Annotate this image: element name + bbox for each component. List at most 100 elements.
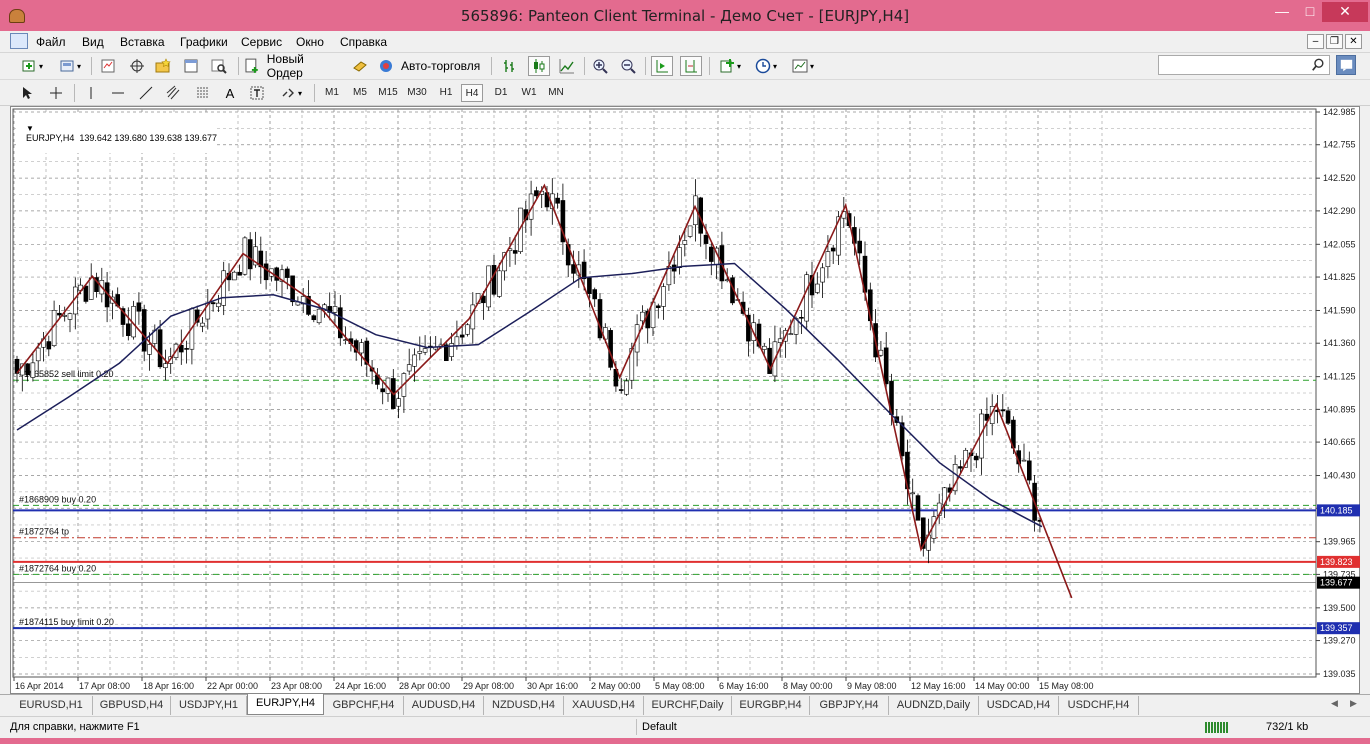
community-button[interactable]	[1336, 55, 1356, 75]
tab-scroll-right-icon[interactable]: ▶	[1350, 698, 1357, 709]
candle-body	[35, 347, 41, 362]
tab-nzdusd-h4[interactable]: NZDUSD,H4	[484, 696, 564, 715]
arrow-shapes-icon	[282, 88, 294, 98]
maximize-button[interactable]: □	[1296, 2, 1324, 22]
time-tick-label: 18 Apr 16:00	[143, 681, 194, 691]
timeframe-m1[interactable]: M1	[320, 84, 344, 102]
arrows-tool[interactable]: ▾	[276, 83, 306, 103]
menu-window[interactable]: Окно	[296, 35, 324, 49]
strategy-tester-button[interactable]	[209, 56, 229, 76]
text-label-tool[interactable]	[248, 83, 266, 103]
tab-usdjpy-h1[interactable]: USDJPY,H1	[171, 696, 247, 715]
timeframe-m15[interactable]: M15	[375, 84, 401, 102]
close-button[interactable]: ✕	[1322, 2, 1368, 22]
periods-button[interactable]: ▾	[751, 56, 781, 76]
trendline-tool[interactable]	[136, 83, 156, 103]
connection-status-icon[interactable]	[1205, 722, 1229, 733]
market-watch-button[interactable]	[98, 56, 118, 76]
chart-shift-button[interactable]	[680, 56, 702, 76]
candle-body	[459, 334, 465, 338]
menu-help[interactable]: Справка	[340, 35, 387, 49]
window-title: 565896: Panteon Client Terminal - Демо С…	[460, 7, 910, 25]
templates-button[interactable]: ▾	[788, 56, 818, 76]
menu-view[interactable]: Вид	[82, 35, 104, 49]
candle-body	[1021, 459, 1027, 462]
vertical-line-tool[interactable]	[82, 83, 100, 103]
zoom-in-button[interactable]	[590, 56, 610, 76]
tab-audnzd-daily[interactable]: AUDNZD,Daily	[889, 696, 979, 715]
bar-chart-button[interactable]	[500, 56, 520, 76]
horizontal-line-icon	[112, 92, 124, 94]
search-input[interactable]	[1158, 55, 1330, 75]
indicators-button[interactable]: ▾	[715, 56, 745, 76]
candle-body	[788, 333, 794, 335]
equidistant-channel-tool[interactable]	[163, 83, 185, 103]
navigator-button[interactable]	[153, 56, 173, 76]
text-tool[interactable]: A	[221, 83, 239, 103]
candlestick-chart-button[interactable]	[528, 56, 550, 76]
tab-eurjpy-h4[interactable]: EURJPY,H4	[247, 694, 324, 715]
timeframe-h4[interactable]: H4	[461, 84, 483, 102]
candle-body	[247, 239, 253, 270]
crosshair-tool[interactable]	[47, 83, 65, 103]
tab-xauusd-h4[interactable]: XAUUSD,H4	[564, 696, 644, 715]
time-tick-label: 16 Apr 2014	[15, 681, 64, 691]
tab-usdcad-h4[interactable]: USDCAD,H4	[979, 696, 1059, 715]
order-line-label: #1872764 tp	[19, 527, 69, 537]
timeframe-d1[interactable]: D1	[489, 84, 513, 102]
minimize-button[interactable]: —	[1268, 2, 1296, 22]
mdi-close-button[interactable]: ✕	[1345, 34, 1362, 49]
tab-gbpusd-h4[interactable]: GBPUSD,H4	[93, 696, 171, 715]
candle-body	[703, 234, 709, 244]
tab-eurgbp-h4[interactable]: EURGBP,H4	[732, 696, 810, 715]
metaeditor-button[interactable]	[350, 56, 370, 76]
search-icon[interactable]	[1311, 58, 1325, 72]
timeframe-m5[interactable]: M5	[348, 84, 372, 102]
timeframe-h1[interactable]: H1	[434, 84, 458, 102]
candle-body	[25, 363, 30, 376]
drawing-toolbar: A ▾ M1 M5 M15 M30 H1 H4 D1 W1 MN	[0, 80, 1370, 106]
tab-scroll-left-icon[interactable]: ◀	[1331, 698, 1338, 709]
menu-tools[interactable]: Сервис	[241, 35, 282, 49]
timeframe-mn[interactable]: MN	[544, 84, 568, 102]
tab-gbpchf-h4[interactable]: GBPCHF,H4	[324, 696, 404, 715]
menu-charts[interactable]: Графики	[180, 35, 228, 49]
chart-header-text: EURJPY,H4 139.642 139.680 139.638 139.67…	[26, 133, 218, 143]
mdi-restore-button[interactable]: ❐	[1326, 34, 1343, 49]
tab-gbpjpy-h4[interactable]: GBPJPY,H4	[810, 696, 889, 715]
new-chart-button[interactable]: ▾	[16, 56, 48, 76]
data-window-button[interactable]	[127, 56, 147, 76]
chart-window[interactable]: 142.985 142.755 142.520 142.290 142.055 141.8…	[10, 106, 1360, 694]
tab-eurchf-daily[interactable]: EURCHF,Daily	[644, 696, 732, 715]
timeframe-m30[interactable]: M30	[404, 84, 430, 102]
mdi-minimize-button[interactable]: –	[1307, 34, 1324, 49]
menu-insert[interactable]: Вставка	[120, 35, 165, 49]
new-order-button[interactable]: Новый Ордер	[244, 52, 342, 80]
price-level-tag-label: 139.823	[1320, 557, 1353, 567]
auto-scroll-icon	[656, 60, 668, 73]
auto-scroll-button[interactable]	[651, 56, 673, 76]
time-tick-label: 6 May 16:00	[719, 681, 769, 691]
candle-body	[825, 251, 831, 267]
candle-body	[62, 315, 68, 317]
terminal-button[interactable]	[181, 56, 201, 76]
tab-eurusd-h1[interactable]: EURUSD,H1	[10, 696, 93, 715]
candle-body	[958, 466, 963, 469]
autotrading-button[interactable]: Авто-торговля	[378, 56, 482, 76]
horizontal-line-tool[interactable]	[108, 83, 128, 103]
editor-book-icon	[353, 61, 367, 72]
tab-usdchf-h4[interactable]: USDCHF,H4	[1059, 696, 1139, 715]
fibonacci-icon	[197, 87, 209, 98]
chart-window-icon[interactable]	[10, 33, 28, 49]
line-chart-button[interactable]	[557, 56, 577, 76]
price-chart[interactable]: 142.985 142.755 142.520 142.290 142.055 141.8…	[11, 107, 1361, 695]
tab-audusd-h4[interactable]: AUDUSD,H4	[404, 696, 484, 715]
profiles-icon	[60, 60, 74, 72]
cursor-tool[interactable]	[18, 83, 36, 103]
fibonacci-tool[interactable]	[192, 83, 214, 103]
menu-file[interactable]: Файл	[36, 35, 66, 49]
zoom-out-button[interactable]	[618, 56, 638, 76]
timeframe-w1[interactable]: W1	[517, 84, 541, 102]
candle-body	[804, 274, 810, 322]
profiles-button[interactable]: ▾	[54, 56, 86, 76]
